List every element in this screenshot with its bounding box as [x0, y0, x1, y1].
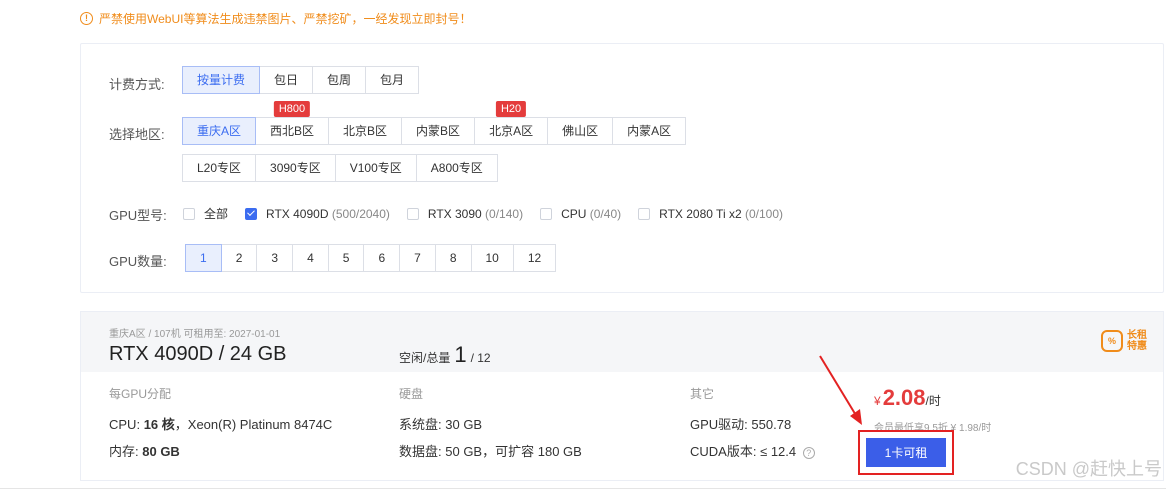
warning-text: 严禁使用WebUI等算法生成违禁图片、严禁挖矿，一经发现立即封号！ — [99, 12, 472, 26]
data-disk: 数据盘: 50 GB，可扩容 180 GB — [399, 444, 582, 459]
billing-options: 按量计费 包日 包周 包月 — [182, 66, 420, 94]
checkbox-icon[interactable] — [638, 207, 651, 220]
other-header: 其它 — [690, 387, 715, 401]
idle-count: 空闲/总量 1 / 12 — [399, 342, 491, 368]
gpu-model-label: GPU型号: — [109, 208, 167, 223]
region-options-row2: L20专区 3090专区 V100专区 A800专区 — [182, 154, 498, 182]
billing-option[interactable]: 包月 — [365, 66, 420, 94]
card-title: RTX 4090D / 24 GB — [109, 343, 287, 365]
instance-card: 重庆A区 / 107机 可租用至: 2027-01-01 RTX 4090D /… — [80, 311, 1164, 481]
gpu-model-checkbox[interactable]: RTX 2080 Ti x2 (0/100) — [638, 207, 783, 221]
region-option[interactable]: 内蒙B区 — [401, 117, 476, 145]
warning-banner: ! 严禁使用WebUI等算法生成违禁图片、严禁挖矿，一经发现立即封号！ — [80, 10, 471, 27]
price: ¥ 2.08 /时 — [874, 385, 941, 410]
gpu-count-options: 1 2 3 4 5 6 7 8 10 12 — [185, 244, 557, 272]
region-option[interactable]: 佛山区 — [547, 117, 614, 145]
gpu-model-checkbox[interactable]: RTX 4090D (500/2040) — [245, 207, 390, 221]
gpu-model-checkbox[interactable]: 全部 — [183, 205, 228, 222]
gpu-count-option[interactable]: 3 — [256, 244, 294, 272]
billing-option[interactable]: 按量计费 — [182, 66, 261, 94]
cpu-spec: CPU: 16 核，Xeon(R) Platinum 8474C — [109, 417, 333, 432]
card-header: 重庆A区 / 107机 可租用至: 2027-01-01 RTX 4090D /… — [81, 312, 1163, 372]
checkbox-icon[interactable] — [183, 207, 195, 220]
system-disk: 系统盘: 30 GB — [399, 417, 483, 432]
region-option[interactable]: 西北B区 H800 — [255, 101, 330, 145]
gpu-count-option[interactable]: 12 — [512, 244, 557, 272]
gpu-count-option[interactable]: 2 — [220, 244, 258, 272]
region-option[interactable]: 北京B区 — [328, 117, 403, 145]
gpu-badge: H800 — [273, 101, 311, 117]
gpu-count-option[interactable]: 10 — [470, 244, 514, 272]
rent-button[interactable]: 1卡可租 — [866, 438, 946, 467]
gpu-model-checkbox[interactable]: RTX 3090 (0/140) — [406, 207, 523, 221]
region-label: 选择地区: — [109, 127, 165, 142]
disk-header: 硬盘 — [399, 387, 424, 401]
billing-option[interactable]: 包日 — [259, 66, 314, 94]
gpu-alloc-header: 每GPU分配 — [109, 387, 172, 401]
memory-spec: 内存: 80 GB — [109, 444, 180, 459]
gpu-count-option[interactable]: 7 — [399, 244, 436, 272]
gpu-count-option[interactable]: 6 — [363, 244, 401, 272]
gpu-count-option[interactable]: 1 — [185, 244, 222, 272]
promo-line2: 特惠 — [1127, 341, 1147, 352]
region-options-row1: 重庆A区 西北B区 H800 北京B区 内蒙B区 北京A区 H20 佛山区 内蒙A区 — [182, 101, 687, 145]
watermark: CSDN @赶快上号 — [1015, 459, 1162, 479]
region-option[interactable]: 北京A区 H20 — [474, 101, 549, 145]
help-icon[interactable]: ? — [802, 446, 815, 459]
gpu-count-option[interactable]: 4 — [292, 244, 329, 272]
region-option[interactable]: 3090专区 — [255, 154, 336, 182]
gpu-driver: GPU驱动: 550.78 — [690, 417, 792, 432]
long-rent-promo[interactable]: % 长租 特惠 — [1101, 330, 1147, 352]
cuda-version: CUDA版本: ≤ 12.4 ? — [690, 441, 815, 460]
discount-icon: % — [1101, 330, 1123, 352]
gpu-count-option[interactable]: 5 — [327, 244, 365, 272]
idle-label: 空闲/总量 — [399, 351, 451, 365]
highlight-box: 1卡可租 — [858, 430, 954, 475]
idle-free: 1 — [454, 342, 467, 367]
gpu-badge: H20 — [495, 101, 527, 117]
region-option[interactable]: L20专区 — [182, 154, 257, 182]
gpu-model-checkbox[interactable]: CPU (0/40) — [540, 207, 621, 221]
checkbox-icon[interactable] — [406, 207, 419, 220]
filter-panel: 计费方式: 按量计费 包日 包周 包月 选择地区: 重庆A区 西北B区 H800 北京B区内… — [80, 43, 1164, 293]
gpu-count-option[interactable]: 8 — [434, 244, 472, 272]
region-option[interactable]: 重庆A区 — [182, 117, 257, 145]
region-option[interactable]: 内蒙A区 — [612, 117, 687, 145]
billing-option[interactable]: 包周 — [312, 66, 367, 94]
checkbox-icon[interactable] — [540, 207, 553, 220]
gpu-count-label: GPU数量: — [109, 254, 167, 269]
divider — [0, 488, 1166, 489]
gpu-model-options: 全部 RTX 4090D (500/2040) RTX 3090 (0/140) CP… — [183, 205, 783, 222]
idle-total: / 12 — [470, 351, 491, 365]
billing-label: 计费方式: — [109, 77, 165, 92]
warning-icon: ! — [80, 12, 93, 25]
promo-line1: 长租 — [1127, 330, 1147, 341]
region-option[interactable]: A800专区 — [415, 154, 498, 182]
checkbox-icon[interactable] — [245, 207, 258, 220]
region-option[interactable]: V100专区 — [334, 154, 417, 182]
card-subtitle: 重庆A区 / 107机 可租用至: 2027-01-01 — [109, 329, 281, 340]
